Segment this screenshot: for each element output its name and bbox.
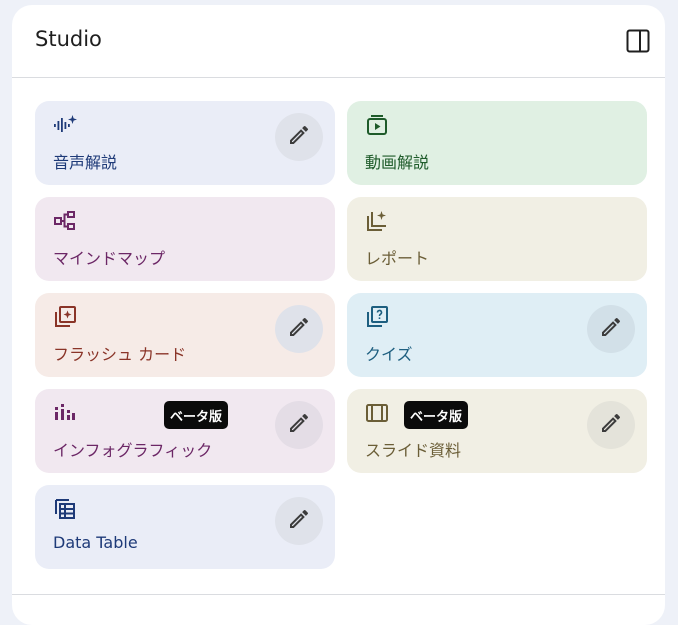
pencil-icon xyxy=(287,123,311,151)
infographic-icon xyxy=(53,401,77,425)
edit-button[interactable] xyxy=(275,401,323,449)
edit-button[interactable] xyxy=(275,497,323,545)
panel-title: Studio xyxy=(35,27,102,51)
side-panel-icon[interactable] xyxy=(625,28,651,54)
panel-header: Studio xyxy=(12,5,665,78)
slides-icon xyxy=(365,401,389,425)
card-label: マインドマップ xyxy=(53,249,166,268)
edit-button[interactable] xyxy=(587,305,635,353)
divider xyxy=(12,594,665,595)
pencil-icon xyxy=(599,411,623,439)
card-video-overview[interactable]: 動画解説 xyxy=(347,101,647,185)
card-quiz[interactable]: クイズ xyxy=(347,293,647,377)
card-mind-map[interactable]: マインドマップ xyxy=(35,197,335,281)
flashcard-icon xyxy=(53,305,77,329)
mind-map-icon xyxy=(53,209,77,233)
report-sparkle-icon xyxy=(365,209,389,233)
pencil-icon xyxy=(287,411,311,439)
card-label: 動画解説 xyxy=(365,153,430,172)
pencil-icon xyxy=(287,507,311,535)
audio-sparkle-icon xyxy=(53,113,77,137)
card-label: インフォグラフィック xyxy=(53,441,213,460)
card-label: スライド資料 xyxy=(365,441,462,460)
beta-badge: ベータ版 xyxy=(404,401,469,429)
card-flashcards[interactable]: フラッシュ カード xyxy=(35,293,335,377)
card-label: クイズ xyxy=(365,345,413,364)
card-label: フラッシュ カード xyxy=(53,345,187,364)
card-audio-overview[interactable]: 音声解説 xyxy=(35,101,335,185)
studio-panel: Studio 音声解説 動画解説 マインドマップ レポート フラッシュ カード … xyxy=(12,5,665,625)
edit-button[interactable] xyxy=(587,401,635,449)
quiz-icon xyxy=(365,305,389,329)
pencil-icon xyxy=(287,315,311,343)
edit-button[interactable] xyxy=(275,113,323,161)
card-slides[interactable]: ベータ版 スライド資料 xyxy=(347,389,647,473)
beta-badge: ベータ版 xyxy=(164,401,229,429)
pencil-icon xyxy=(599,315,623,343)
card-data-table[interactable]: Data Table xyxy=(35,485,335,569)
card-report[interactable]: レポート xyxy=(347,197,647,281)
edit-button[interactable] xyxy=(275,305,323,353)
card-label: 音声解説 xyxy=(53,153,118,172)
card-label: Data Table xyxy=(53,533,138,552)
data-table-icon xyxy=(53,497,77,521)
video-play-icon xyxy=(365,113,389,137)
card-infographic[interactable]: ベータ版 インフォグラフィック xyxy=(35,389,335,473)
card-label: レポート xyxy=(365,249,430,268)
